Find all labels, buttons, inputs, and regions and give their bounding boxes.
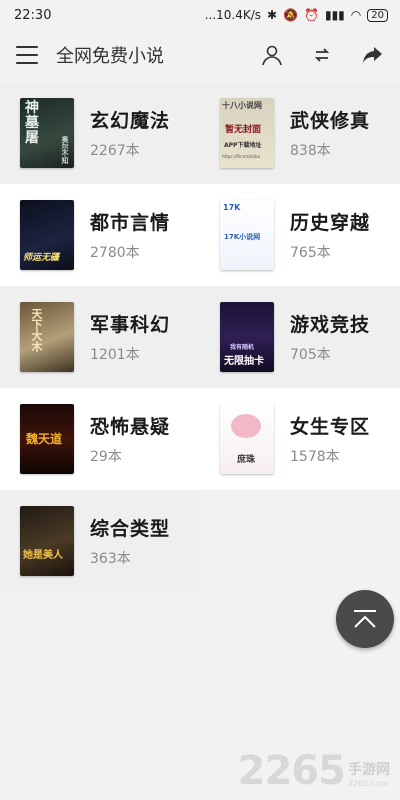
category-count: 1201本 <box>90 347 140 363</box>
book-cover: 十八小说网 暂无封面 APP下载地址 https://flir.tm/shiba <box>220 98 274 168</box>
category-count: 2267本 <box>90 143 140 159</box>
category-lishi[interactable]: 17K 17K小说网 历史穿越 765本 <box>200 184 400 286</box>
watermark-site-name: 手游网 <box>348 762 390 778</box>
category-name: 游戏竞技 <box>290 314 371 336</box>
wifi-icon: ◠ <box>350 8 362 22</box>
scroll-to-top-icon <box>354 610 376 628</box>
menu-icon[interactable] <box>16 46 38 64</box>
book-cover: 神墓屠 奥尔不知 <box>20 98 74 168</box>
sync-icon[interactable] <box>310 43 334 67</box>
category-nvsheng[interactable]: 庶珠 女生专区 1578本 <box>200 388 400 490</box>
category-count: 363本 <box>90 551 131 567</box>
category-count: 838本 <box>290 143 331 159</box>
category-youxi[interactable]: 我有随机 无限抽卡 游戏竞技 705本 <box>200 286 400 388</box>
category-grid: 神墓屠 奥尔不知 玄幻魔法 2267本 十八小说网 暂无封面 APP下载地址 h… <box>0 82 400 592</box>
share-icon[interactable] <box>360 43 384 67</box>
book-cover: 天下大木 <box>20 302 74 372</box>
battery-icon: 20 <box>367 8 388 22</box>
book-cover: 她是美人 <box>20 506 74 576</box>
bluetooth-icon: ✱ <box>267 8 278 22</box>
watermark-url: 2265.com <box>348 779 388 788</box>
book-cover: 庶珠 <box>220 404 274 474</box>
signal-icon: ▮▮▮ <box>324 8 345 22</box>
category-dushi[interactable]: 师运无疆 都市言情 2780本 <box>0 184 200 286</box>
network-speed: ...10.4K/s <box>204 8 261 22</box>
category-name: 玄幻魔法 <box>90 110 171 132</box>
category-count: 29本 <box>90 449 122 465</box>
category-junshi[interactable]: 天下大木 军事科幻 1201本 <box>0 286 200 388</box>
category-count: 765本 <box>290 245 331 261</box>
category-count: 705本 <box>290 347 331 363</box>
category-name: 恐怖悬疑 <box>90 416 171 438</box>
app-bar: 全网免费小说 <box>0 30 400 80</box>
category-zonghe[interactable]: 她是美人 综合类型 363本 <box>0 490 200 592</box>
category-count: 2780本 <box>90 245 140 261</box>
status-bar: 22:30 ...10.4K/s ✱ 🔕 ⏰ ▮▮▮ ◠ 20 <box>0 0 400 30</box>
category-kongbu[interactable]: 魏天道 恐怖悬疑 29本 <box>0 388 200 490</box>
alarm-icon: ⏰ <box>304 8 319 22</box>
category-count: 1578本 <box>290 449 340 465</box>
category-xuanhuan[interactable]: 神墓屠 奥尔不知 玄幻魔法 2267本 <box>0 82 200 184</box>
book-cover: 魏天道 <box>20 404 74 474</box>
category-name: 武侠修真 <box>290 110 371 132</box>
status-icons: ...10.4K/s ✱ 🔕 ⏰ ▮▮▮ ◠ 20 <box>205 8 388 22</box>
category-name: 历史穿越 <box>290 212 371 234</box>
book-cover: 我有随机 无限抽卡 <box>220 302 274 372</box>
category-wuxia[interactable]: 十八小说网 暂无封面 APP下载地址 https://flir.tm/shiba… <box>200 82 400 184</box>
book-cover: 17K 17K小说网 <box>220 200 274 270</box>
page-title: 全网免费小说 <box>56 46 164 67</box>
user-icon[interactable] <box>260 43 284 67</box>
category-name: 女生专区 <box>290 416 371 438</box>
watermark: 2265 手游网 2265.com <box>238 748 390 794</box>
category-name: 都市言情 <box>90 212 171 234</box>
mute-icon: 🔕 <box>283 8 299 22</box>
book-cover: 师运无疆 <box>20 200 74 270</box>
category-name: 综合类型 <box>90 518 171 540</box>
status-time: 22:30 <box>14 7 52 23</box>
category-name: 军事科幻 <box>90 314 171 336</box>
scroll-to-top-button[interactable] <box>336 590 394 648</box>
watermark-number: 2265 <box>237 748 346 794</box>
